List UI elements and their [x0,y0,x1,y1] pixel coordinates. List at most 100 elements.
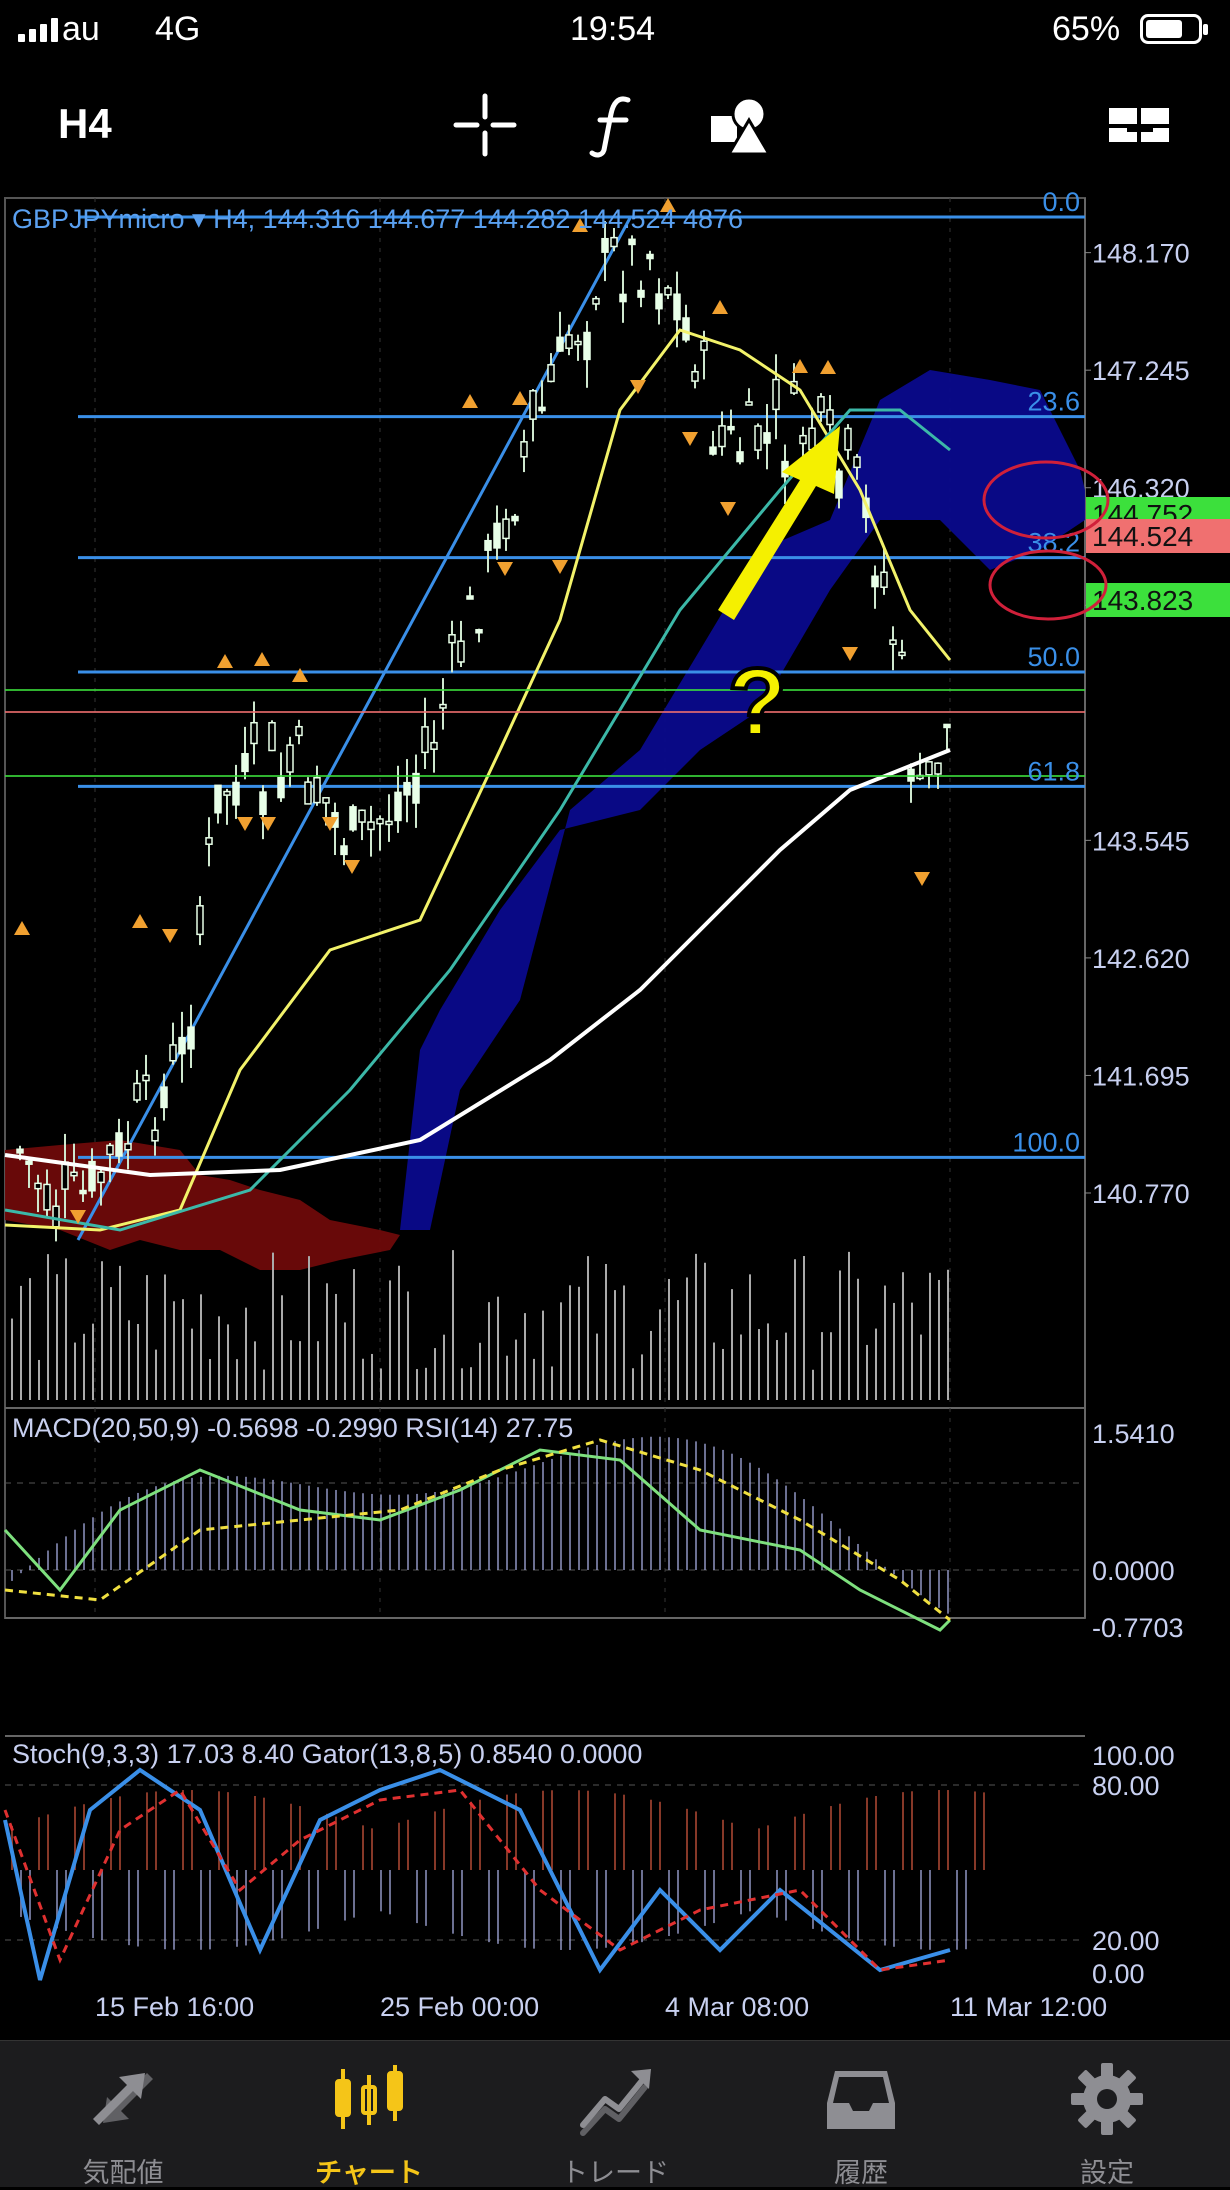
battery-icon [1140,14,1208,44]
candle-body [25,1160,33,1165]
fractal-down-marker [237,817,253,831]
price-axis-label: 148.170 [1092,239,1190,269]
macd-axis-label: 1.5410 [1092,1419,1175,1449]
fib-level-label: 0.0 [1042,190,1080,217]
objects-icon[interactable] [705,90,775,160]
timeframe-button[interactable]: H4 [58,100,112,148]
candle-body [196,905,204,936]
candle-body [205,837,213,845]
chart-canvas[interactable]: 148.170147.245146.320145.395143.545142.6… [0,190,1230,2040]
candle-body [403,781,411,796]
history-icon [827,2071,895,2129]
candle-body [277,776,285,799]
fractal-down-marker [914,872,930,886]
windows-icon[interactable] [1105,90,1175,160]
crosshair-icon[interactable] [450,90,520,160]
candle-body [655,293,663,310]
chart-icon [335,2065,403,2129]
candle-body [682,317,690,341]
candle-body [799,434,807,445]
candle-body [493,522,501,549]
candle-body [871,575,879,588]
candle-body [52,1205,60,1228]
candle-body [736,451,744,463]
time-axis-label: 11 Mar 12:00 [950,1992,1107,2022]
clock: 19:54 [570,10,656,48]
fractal-down-marker [682,432,698,446]
macd-header: MACD(20,50,9) -0.5698 -0.2990 RSI(14) 27… [12,1413,573,1443]
tab-history-label: 履歴 [834,2158,888,2188]
settings-icon [1071,2063,1143,2135]
candle-body [754,425,762,451]
candle-body [439,703,447,709]
fractal-down-marker [497,562,513,576]
macd-axis-label: -0.7703 [1092,1613,1184,1643]
candle-body [727,425,735,431]
stoch-axis-label: 80.00 [1092,1771,1160,1801]
candle-body [232,781,240,806]
fractal-up-marker [512,391,528,405]
candle-body [466,595,474,600]
candle-body [322,797,330,804]
indicators-icon[interactable] [580,90,650,160]
candle-body [718,425,726,448]
candle-body [223,790,231,796]
tab-settings-label: 設定 [1080,2158,1134,2188]
fib-level-label: 23.6 [1027,387,1080,417]
price-axis-label: 147.245 [1092,356,1190,386]
candle-body [943,723,951,729]
candle-body [502,518,510,540]
candle-body [268,721,276,752]
candle-body [358,809,366,823]
time-axis-label: 15 Feb 16:00 [95,1992,254,2022]
price-axis-label: 142.620 [1092,944,1190,974]
fractal-up-marker [254,652,270,666]
candle-body [628,238,636,246]
candle-body [286,744,294,773]
candle-body [133,1082,141,1101]
fractal-up-marker [217,654,233,668]
candle-body [520,441,528,458]
candle-body [745,401,753,406]
price-tag-label: 144.524 [1092,521,1193,552]
ichimoku-cloud-bear [400,370,1085,1230]
candle-body [529,390,537,420]
candle-body [61,1161,69,1190]
fractal-up-marker [292,668,308,682]
candle-body [835,470,843,499]
candle-body [97,1171,105,1184]
chart-header: GBPJPYmicro ▾ H4, 144.316 144.677 144.28… [12,204,743,234]
candle-body [880,571,888,588]
candle-body [691,370,699,382]
fractal-down-marker [344,860,360,874]
trade-icon [580,2069,651,2136]
fractal-up-marker [462,394,478,408]
candle-body [475,629,483,634]
candle-body [592,297,600,305]
tab-history[interactable]: 履歴 [738,2041,984,2188]
candle-body [817,396,825,413]
question-annotation: ? [728,649,787,756]
tab-settings[interactable]: 設定 [984,2041,1230,2188]
candle-body [70,1171,78,1177]
candle-body [448,634,456,644]
candle-body [853,456,861,469]
time-axis-label: 4 Mar 08:00 [665,1992,809,2022]
macd-axis-label: 0.0000 [1092,1556,1175,1586]
candle-body [124,1143,132,1151]
price-axis-label: 140.770 [1092,1179,1190,1209]
candle-body [619,293,627,303]
candle-body [142,1074,150,1082]
chart-toolbar: H4 [0,62,1230,190]
tab-quotes[interactable]: 気配値 [0,2041,246,2188]
candle-body [673,293,681,321]
price-tag-label: 143.823 [1092,585,1193,616]
fractal-down-marker [842,647,858,661]
candle-body [565,334,573,349]
tab-chart[interactable]: チャート [246,2041,492,2188]
chart-area[interactable]: 148.170147.245146.320145.395143.545142.6… [0,190,1230,2040]
candle-body [763,432,771,444]
tab-trade[interactable]: トレード [492,2041,738,2188]
candle-body [187,1026,195,1050]
candle-body [457,640,465,663]
